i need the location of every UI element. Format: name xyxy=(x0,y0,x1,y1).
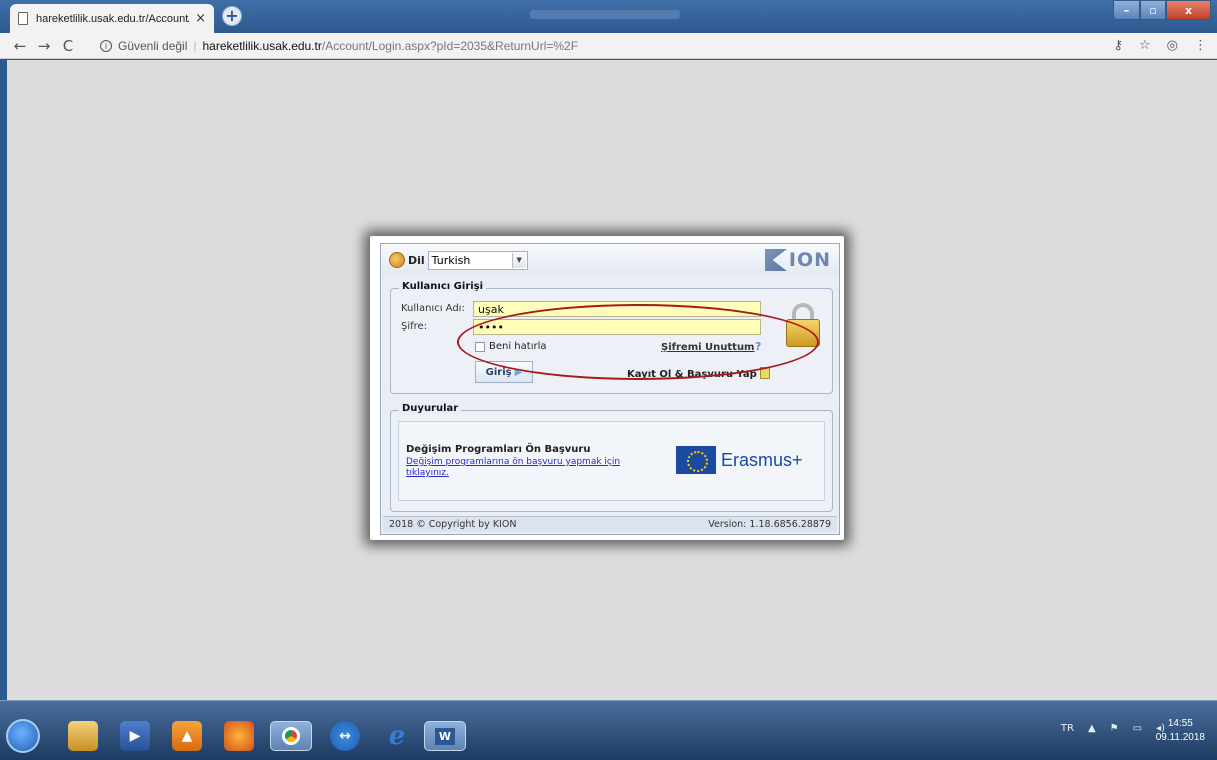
username-label: Kullanıcı Adı: xyxy=(401,303,465,314)
vlc-icon[interactable]: ▲ xyxy=(172,721,202,751)
new-tab-button[interactable]: + xyxy=(222,6,242,26)
clock-time: 14:55 xyxy=(1167,718,1193,729)
chrome-icon[interactable] xyxy=(270,721,312,751)
login-panel: Dil Turkish ▼ ION Kullanıcı Girişi Kulla… xyxy=(380,243,840,535)
taskbar: ▶ ▲ ↔ e W TR ▲ ⚑ ▭ ◂) 14:55 09.11.2018 xyxy=(0,700,1217,760)
panel-footer: 2018 © Copyright by KION Version: 1.18.6… xyxy=(383,516,837,532)
browser-tab[interactable]: hareketlilik.usak.edu.tr/Account/ × xyxy=(10,4,214,33)
back-button[interactable]: ← xyxy=(8,37,32,55)
teamviewer-icon[interactable]: ↔ xyxy=(330,721,360,751)
language-indicator[interactable]: TR xyxy=(1061,723,1074,734)
language-select[interactable]: Turkish ▼ xyxy=(427,250,528,270)
tab-title: hareketlilik.usak.edu.tr/Account/ xyxy=(36,12,190,25)
window-title-blurred xyxy=(530,10,680,19)
address-separator: | xyxy=(193,39,197,53)
forward-button[interactable]: → xyxy=(32,37,56,55)
url-host: hareketlilik.usak.edu.tr xyxy=(202,39,322,53)
flag-icon[interactable]: ⚑ xyxy=(1110,723,1119,734)
announcement-box: Değişim Programları Ön Başvuru Değişim p… xyxy=(398,421,825,501)
window-controls: – ▫ x xyxy=(1113,0,1211,20)
key-icon[interactable]: ⚷ xyxy=(1113,38,1123,53)
eu-flag-icon xyxy=(676,446,716,474)
highlight-ellipse xyxy=(457,304,819,380)
info-icon[interactable]: i xyxy=(100,40,112,52)
panel-header: Dil Turkish ▼ ION xyxy=(381,244,839,276)
system-tray: TR ▲ ⚑ ▭ ◂) xyxy=(1061,723,1165,734)
kion-logo: ION xyxy=(764,249,831,271)
security-label: Güvenli değil xyxy=(118,39,188,53)
chevron-down-icon[interactable]: ▼ xyxy=(511,252,526,268)
password-label: Şifre: xyxy=(401,321,428,332)
network-icon[interactable]: ▭ xyxy=(1133,723,1142,734)
globe-icon xyxy=(389,252,405,268)
firefox-icon[interactable] xyxy=(224,721,254,751)
menu-icon[interactable]: ⋮ xyxy=(1194,38,1207,53)
tray-expand-icon[interactable]: ▲ xyxy=(1088,723,1096,734)
minimize-button[interactable]: – xyxy=(1113,0,1140,20)
address-bar[interactable]: i Güvenli değil | hareketlilik.usak.edu.… xyxy=(100,36,578,56)
chrome-logo xyxy=(282,727,300,745)
announcements-title: Duyurular xyxy=(399,403,462,414)
reload-button[interactable]: C xyxy=(56,37,80,55)
announcements-group: Duyurular Değişim Programları Ön Başvuru… xyxy=(390,403,833,512)
announcement-link[interactable]: Değişim programlarına ön başvuru yapmak … xyxy=(406,457,646,479)
kion-logo-text: ION xyxy=(788,249,831,271)
announcement-title: Değişim Programları Ön Başvuru xyxy=(406,444,591,455)
word-icon[interactable]: W xyxy=(424,721,466,751)
clock[interactable]: 14:55 09.11.2018 xyxy=(1156,717,1205,745)
toolbar-right-icons: ⚷ ☆ ◎ ⋮ xyxy=(1113,38,1207,53)
close-window-button[interactable]: x xyxy=(1166,0,1211,20)
version-text: Version: 1.18.6856.28879 xyxy=(708,519,831,530)
maximize-button[interactable]: ▫ xyxy=(1140,0,1166,20)
clock-date: 09.11.2018 xyxy=(1155,732,1205,743)
language-label: Dil xyxy=(408,253,425,267)
bookmark-star-icon[interactable]: ☆ xyxy=(1139,38,1151,53)
start-button[interactable] xyxy=(6,719,40,753)
browser-toolbar: ← → C i Güvenli değil | hareketlilik.usa… xyxy=(0,33,1217,59)
tab-close-icon[interactable]: × xyxy=(195,11,206,26)
word-logo: W xyxy=(434,727,456,745)
internet-explorer-icon[interactable]: e xyxy=(382,721,412,751)
browser-titlebar: hareketlilik.usak.edu.tr/Account/ × + – … xyxy=(0,0,1217,33)
login-group-title: Kullanıcı Girişi xyxy=(399,281,487,292)
kion-logo-mark xyxy=(764,249,787,271)
login-group: Kullanıcı Girişi Kullanıcı Adı: uşak Şif… xyxy=(390,281,833,394)
language-value: Turkish xyxy=(431,253,471,267)
page-icon xyxy=(18,12,28,25)
media-player-icon[interactable]: ▶ xyxy=(120,721,150,751)
extension-icon[interactable]: ◎ xyxy=(1167,38,1178,53)
url-path: /Account/Login.aspx?pId=2035&ReturnUrl=%… xyxy=(321,39,579,53)
erasmus-logo-text: Erasmus+ xyxy=(721,450,803,470)
file-explorer-icon[interactable] xyxy=(68,721,98,751)
copyright-text: 2018 © Copyright by KION xyxy=(389,519,517,530)
